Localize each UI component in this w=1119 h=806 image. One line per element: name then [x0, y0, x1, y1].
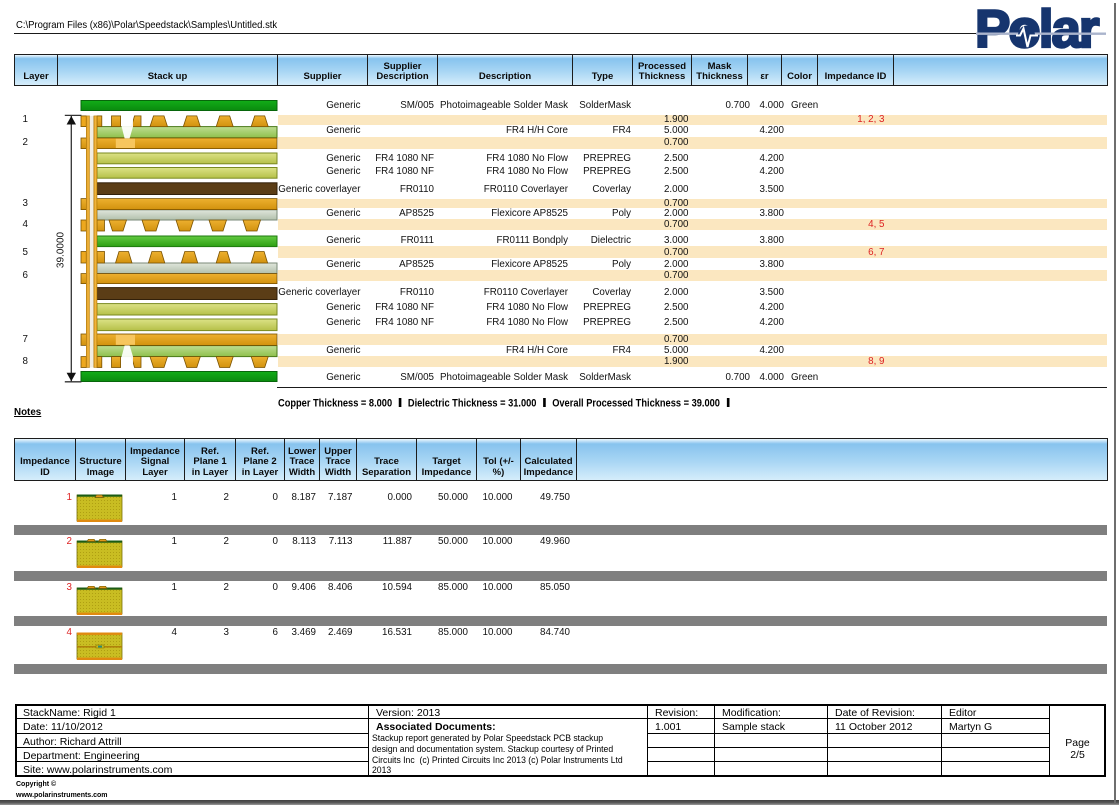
svg-text:Polar: Polar — [975, 2, 1099, 54]
svg-text:39.0000: 39.0000 — [56, 231, 67, 268]
